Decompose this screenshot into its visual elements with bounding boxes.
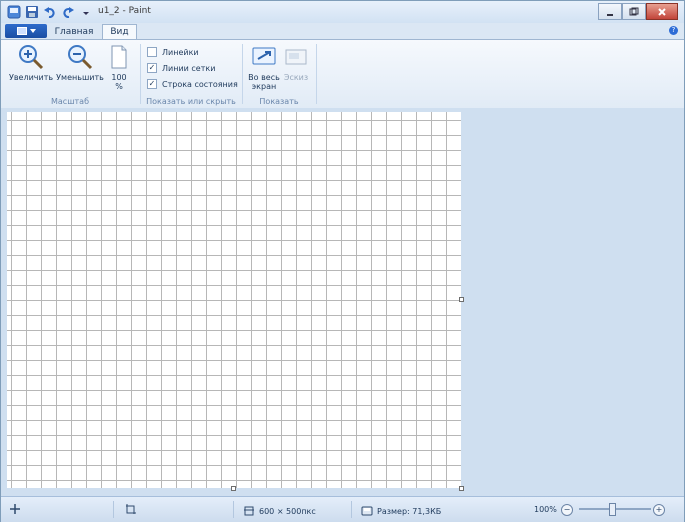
chevron-down-icon [29, 29, 36, 33]
redo-icon[interactable] [61, 5, 75, 19]
zoom-group: Увеличить Уменьшить 100 % Масштаб [1, 40, 139, 108]
show-hide-group-label: Показать или скрыть [146, 97, 236, 106]
thumbnail-label: Эскиз [283, 73, 309, 82]
paint-menu-icon [16, 27, 27, 35]
zoom-100-label: 100 % [111, 73, 127, 91]
file-size: Размер: 71,3КБ [361, 505, 441, 517]
zoom-in-small-button[interactable]: + [653, 504, 665, 516]
gridlines-checkbox[interactable]: ✓ Линии сетки [147, 63, 215, 73]
tab-view[interactable]: Вид [102, 24, 137, 40]
selection-size-icon [125, 503, 137, 515]
canvas-dimensions: 600 × 500пкс [243, 505, 316, 517]
status-divider [113, 501, 114, 518]
tab-home[interactable]: Главная [51, 25, 97, 39]
title-bar: u1_2 - Paint [1, 1, 684, 23]
customize-arrow-icon[interactable] [79, 5, 93, 19]
zoom-in-button[interactable]: Увеличить [9, 44, 53, 82]
resize-handle-right[interactable] [459, 297, 464, 302]
resize-handle-bottom[interactable] [231, 486, 236, 491]
status-divider [351, 501, 352, 518]
zoom-out-icon [67, 44, 93, 70]
zoom-out-label: Уменьшить [56, 73, 104, 82]
display-group-label: Показать [259, 97, 299, 106]
zoom-100-button[interactable]: 100 % [107, 44, 131, 91]
save-icon[interactable] [25, 5, 39, 19]
rulers-check[interactable] [147, 47, 157, 57]
gridlines-check[interactable]: ✓ [147, 63, 157, 73]
disk-icon [361, 506, 373, 516]
fullscreen-label: Во весь экран [248, 73, 280, 91]
statusbar-checkbox[interactable]: ✓ Строка состояния [147, 79, 238, 89]
file-size-text: Размер: 71,3КБ [377, 506, 442, 516]
drawing-canvas[interactable] [7, 112, 461, 488]
fullscreen-button[interactable]: Во весь экран [245, 44, 283, 91]
maximize-button[interactable] [622, 3, 646, 20]
zoom-slider-thumb[interactable] [609, 503, 616, 516]
gridlines-label: Линии сетки [162, 63, 216, 73]
canvas-dimensions-text: 600 × 500пкс [259, 506, 316, 516]
ribbon-tabs: Главная Вид ? [1, 23, 684, 40]
window-controls [598, 3, 678, 20]
window-title: u1_2 - Paint [98, 6, 151, 16]
canvas-size-icon [244, 506, 254, 516]
cursor-position-icon [9, 503, 21, 515]
minimize-button[interactable] [598, 3, 622, 20]
status-bar: 600 × 500пкс Размер: 71,3КБ 100% − + [1, 496, 684, 522]
thumbnail-icon [283, 44, 309, 70]
undo-icon[interactable] [43, 5, 57, 19]
app-icon[interactable] [7, 5, 21, 19]
close-button[interactable] [646, 3, 678, 20]
rulers-label: Линейки [162, 47, 199, 57]
workspace[interactable] [1, 108, 684, 496]
status-divider [233, 501, 234, 518]
statusbar-check[interactable]: ✓ [147, 79, 157, 89]
page-icon [106, 44, 132, 70]
statusbar-label: Строка состояния [162, 79, 238, 89]
ribbon-divider [316, 44, 317, 104]
ribbon: Увеличить Уменьшить 100 % Масштаб Показа… [1, 39, 684, 109]
zoom-group-label: Масштаб [50, 97, 90, 106]
display-group: Во весь экран Эскиз Показать [243, 40, 315, 108]
zoom-out-button[interactable]: Уменьшить [56, 44, 104, 82]
fullscreen-icon [251, 44, 277, 70]
zoom-in-icon [18, 44, 44, 70]
help-icon[interactable]: ? [669, 26, 678, 35]
quick-access-toolbar [7, 5, 93, 19]
rulers-checkbox[interactable]: Линейки [147, 47, 199, 57]
zoom-out-small-button[interactable]: − [561, 504, 573, 516]
zoom-in-label: Увеличить [8, 73, 54, 82]
zoom-level: 100% [534, 505, 557, 514]
resize-handle-corner[interactable] [459, 486, 464, 491]
paint-window: u1_2 - Paint Главная Вид ? Увеличить Уме… [0, 0, 685, 522]
paint-menu-button[interactable] [5, 24, 47, 38]
thumbnail-button[interactable]: Эскиз [283, 44, 309, 82]
